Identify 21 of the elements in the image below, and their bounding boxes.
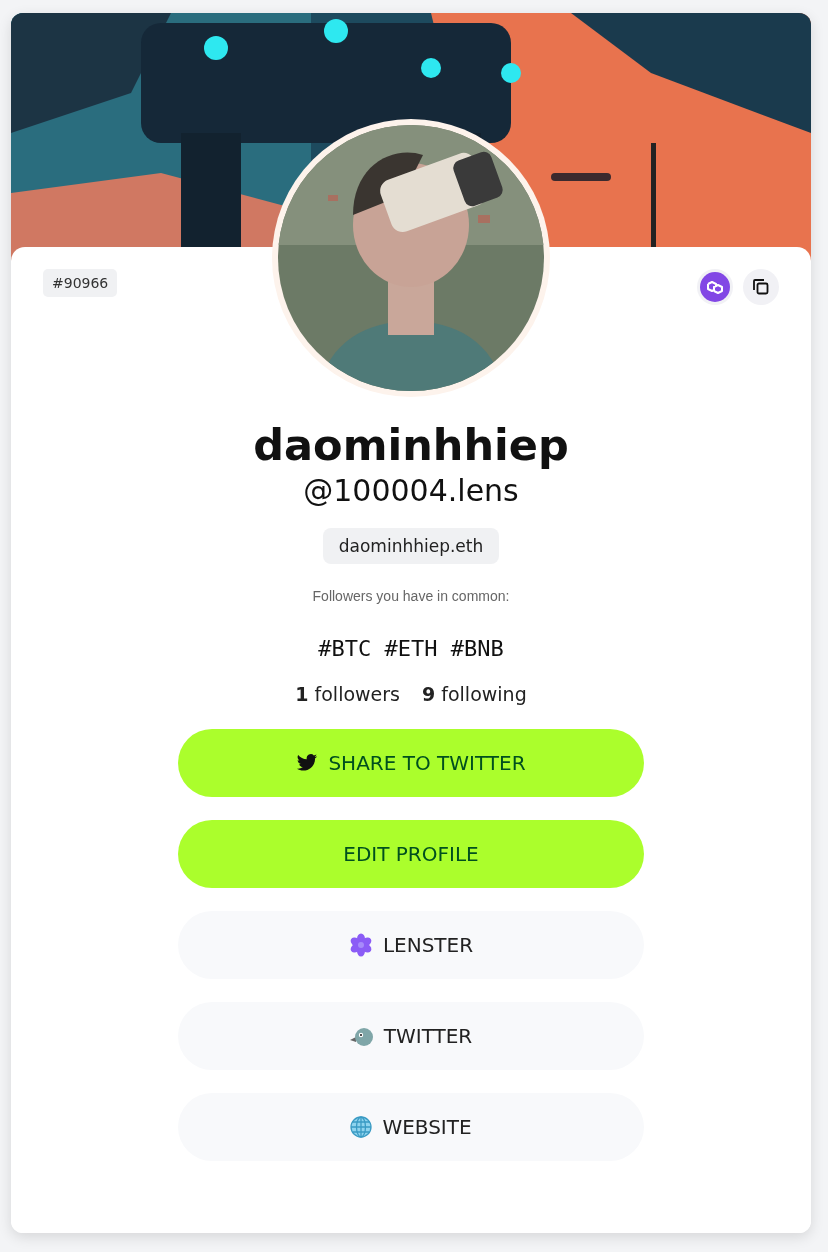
- bird-head-icon: [349, 1025, 374, 1047]
- followers-count: 1 followers: [295, 683, 400, 705]
- profile-name: daominhhiep: [253, 419, 569, 471]
- network-button[interactable]: [697, 269, 733, 305]
- common-followers-label: Followers you have in common:: [312, 588, 510, 604]
- copy-button[interactable]: [743, 269, 779, 305]
- flower-icon: [348, 933, 373, 957]
- profile-button[interactable]: TWITTER: [178, 1002, 644, 1070]
- profile-bio: #BTC #ETH #BNB: [318, 636, 504, 661]
- profile-id-tag: #90966: [43, 269, 118, 297]
- following-count: 9 following: [422, 683, 527, 705]
- linked-rings-icon: [699, 271, 731, 303]
- copy-icon: [751, 277, 771, 297]
- globe-icon: [350, 1116, 373, 1138]
- profile-button[interactable]: SHARE TO TWITTER: [178, 729, 644, 797]
- profile-button[interactable]: WEBSITE: [178, 1093, 644, 1161]
- profile-button[interactable]: EDIT PROFILE: [178, 820, 644, 888]
- ens-name-tag: daominhhiep.eth: [322, 528, 500, 564]
- bird-icon: [296, 753, 319, 773]
- profile-button[interactable]: LENSTER: [178, 911, 644, 979]
- profile-handle: @100004.lens: [303, 472, 519, 510]
